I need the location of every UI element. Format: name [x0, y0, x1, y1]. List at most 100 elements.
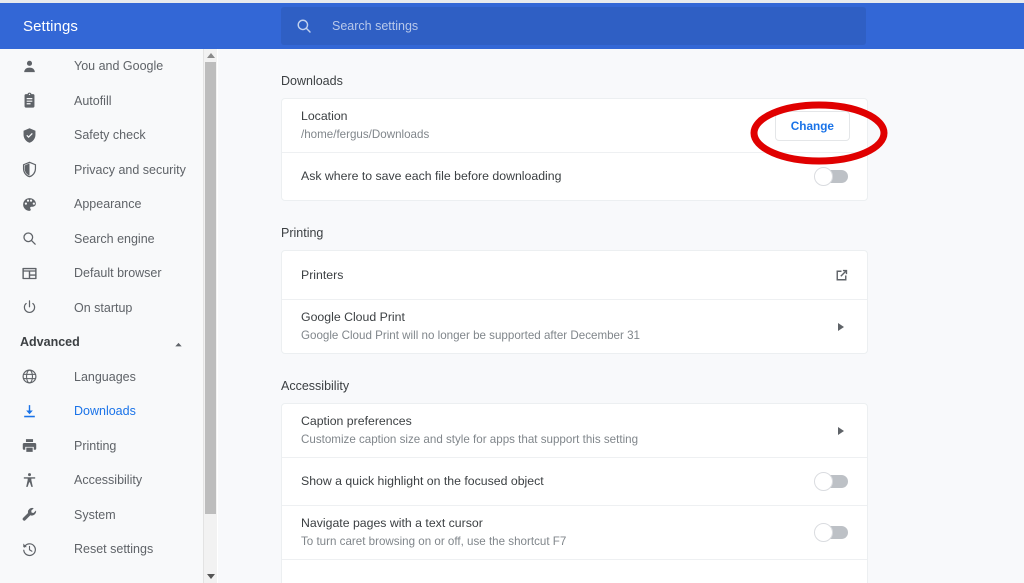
printer-icon	[20, 436, 39, 455]
row-text	[301, 575, 850, 583]
download-location-value: /home/fergus/Downloads	[301, 126, 775, 143]
sidebar-item-label: Default browser	[74, 266, 162, 280]
row-title: Caption preferences	[301, 413, 838, 430]
row-google-cloud-print[interactable]: Google Cloud Print Google Cloud Print wi…	[282, 299, 867, 353]
row-text: Ask where to save each file before downl…	[301, 159, 815, 194]
page-title: Settings	[23, 18, 78, 35]
palette-icon	[20, 195, 39, 214]
sidebar-item-search-engine[interactable]: Search engine	[0, 222, 206, 257]
sidebar-item-printing[interactable]: Printing	[0, 429, 206, 464]
row-printers[interactable]: Printers	[282, 251, 867, 299]
sidebar-item-label: On startup	[74, 301, 132, 315]
shield-check-icon	[20, 126, 39, 145]
change-download-location-button[interactable]: Change	[775, 111, 850, 141]
chevron-right-icon[interactable]	[838, 427, 844, 435]
row-subtitle: Customize caption size and style for app…	[301, 431, 838, 448]
search-icon	[295, 17, 313, 35]
row-text: Location /home/fergus/Downloads	[301, 99, 775, 152]
downloads-card: Location /home/fergus/Downloads Change A…	[281, 98, 868, 201]
sidebar-item-label: Languages	[74, 370, 136, 384]
row-quick-highlight: Show a quick highlight on the focused ob…	[282, 457, 867, 505]
row-title: Google Cloud Print	[301, 309, 838, 326]
section-title-downloads: Downloads	[281, 74, 1024, 88]
toggle-knob	[814, 523, 833, 542]
external-link-icon[interactable]	[833, 267, 850, 284]
settings-header: Settings Search settings	[0, 3, 1024, 49]
quick-highlight-toggle[interactable]	[815, 475, 848, 488]
row-ask-where-to-save: Ask where to save each file before downl…	[282, 152, 867, 200]
section-title-printing: Printing	[281, 226, 1024, 240]
sidebar-advanced-toggle[interactable]: Advanced	[0, 325, 206, 360]
shield-icon	[20, 160, 39, 179]
scroll-up-arrow-icon[interactable]	[204, 49, 217, 62]
row-title: Show a quick highlight on the focused ob…	[301, 473, 815, 490]
sidebar-item-label: Accessibility	[74, 473, 142, 487]
sidebar-item-label: Reset settings	[74, 542, 153, 556]
sidebar-item-label: System	[74, 508, 116, 522]
row-title: Ask where to save each file before downl…	[301, 168, 815, 185]
search-input[interactable]: Search settings	[332, 19, 418, 33]
settings-main-content: Downloads Location /home/fergus/Download…	[218, 49, 1024, 583]
sidebar-item-label: Downloads	[74, 404, 136, 418]
sidebar-item-reset-settings[interactable]: Reset settings	[0, 532, 206, 567]
sidebar-item-default-browser[interactable]: Default browser	[0, 256, 206, 291]
row-partial-bottom	[282, 559, 867, 583]
row-title: Printers	[301, 267, 833, 284]
magnifier-icon	[20, 229, 39, 248]
download-icon	[20, 402, 39, 421]
section-accessibility: Accessibility Caption preferences Custom…	[218, 354, 1024, 583]
ask-where-to-save-toggle[interactable]	[815, 170, 848, 183]
sidebar-item-accessibility[interactable]: Accessibility	[0, 463, 206, 498]
sidebar-item-appearance[interactable]: Appearance	[0, 187, 206, 222]
section-printing: Printing Printers Google Cloud Print Goo…	[218, 201, 1024, 354]
accessibility-card: Caption preferences Customize caption si…	[281, 403, 868, 583]
row-title: Location	[301, 108, 775, 125]
sidebar-item-safety-check[interactable]: Safety check	[0, 118, 206, 153]
text-cursor-toggle[interactable]	[815, 526, 848, 539]
sidebar-item-label: Privacy and security	[74, 163, 186, 177]
section-downloads: Downloads Location /home/fergus/Download…	[218, 49, 1024, 201]
row-text: Google Cloud Print Google Cloud Print wi…	[301, 300, 838, 353]
history-restore-icon	[20, 540, 39, 559]
sidebar-item-on-startup[interactable]: On startup	[0, 291, 206, 326]
sidebar-item-label: Search engine	[74, 232, 155, 246]
sidebar-item-privacy-and-security[interactable]: Privacy and security	[0, 153, 206, 188]
sidebar-item-you-and-google[interactable]: You and Google	[0, 49, 206, 84]
sidebar-item-label: You and Google	[74, 59, 163, 73]
globe-icon	[20, 367, 39, 386]
sidebar-scrollbar[interactable]	[203, 49, 217, 583]
printing-card: Printers Google Cloud Print Google Cloud…	[281, 250, 868, 354]
sidebar-item-languages[interactable]: Languages	[0, 360, 206, 395]
row-text: Caption preferences Customize caption si…	[301, 404, 838, 457]
sidebar-item-downloads[interactable]: Downloads	[0, 394, 206, 429]
settings-sidebar: You and Google Autofill Safety check Pri…	[0, 49, 206, 583]
sidebar-item-label: Autofill	[74, 94, 112, 108]
accessibility-icon	[20, 471, 39, 490]
row-text: Show a quick highlight on the focused ob…	[301, 464, 815, 499]
sidebar-item-system[interactable]: System	[0, 498, 206, 533]
power-icon	[20, 298, 39, 317]
sidebar-advanced-label: Advanced	[20, 335, 173, 349]
person-icon	[20, 57, 39, 76]
scroll-down-arrow-icon[interactable]	[204, 570, 217, 583]
sidebar-item-autofill[interactable]: Autofill	[0, 84, 206, 119]
sidebar-item-label: Appearance	[74, 197, 141, 211]
toggle-knob	[814, 472, 833, 491]
toggle-knob	[814, 167, 833, 186]
row-text: Printers	[301, 258, 833, 293]
row-caption-preferences[interactable]: Caption preferences Customize caption si…	[282, 404, 867, 457]
row-text: Navigate pages with a text cursor To tur…	[301, 506, 815, 559]
row-text-cursor: Navigate pages with a text cursor To tur…	[282, 505, 867, 559]
section-title-accessibility: Accessibility	[281, 379, 1024, 393]
browser-window-icon	[20, 264, 39, 283]
scrollbar-thumb[interactable]	[205, 62, 216, 514]
row-download-location: Location /home/fergus/Downloads Change	[282, 99, 867, 152]
clipboard-icon	[20, 91, 39, 110]
row-subtitle: Google Cloud Print will no longer be sup…	[301, 327, 838, 344]
search-settings-box[interactable]: Search settings	[281, 7, 866, 45]
wrench-icon	[20, 505, 39, 524]
chevron-right-icon[interactable]	[838, 323, 844, 331]
sidebar-item-label: Safety check	[74, 128, 146, 142]
row-title: Navigate pages with a text cursor	[301, 515, 815, 532]
chevron-up-icon	[173, 337, 184, 348]
